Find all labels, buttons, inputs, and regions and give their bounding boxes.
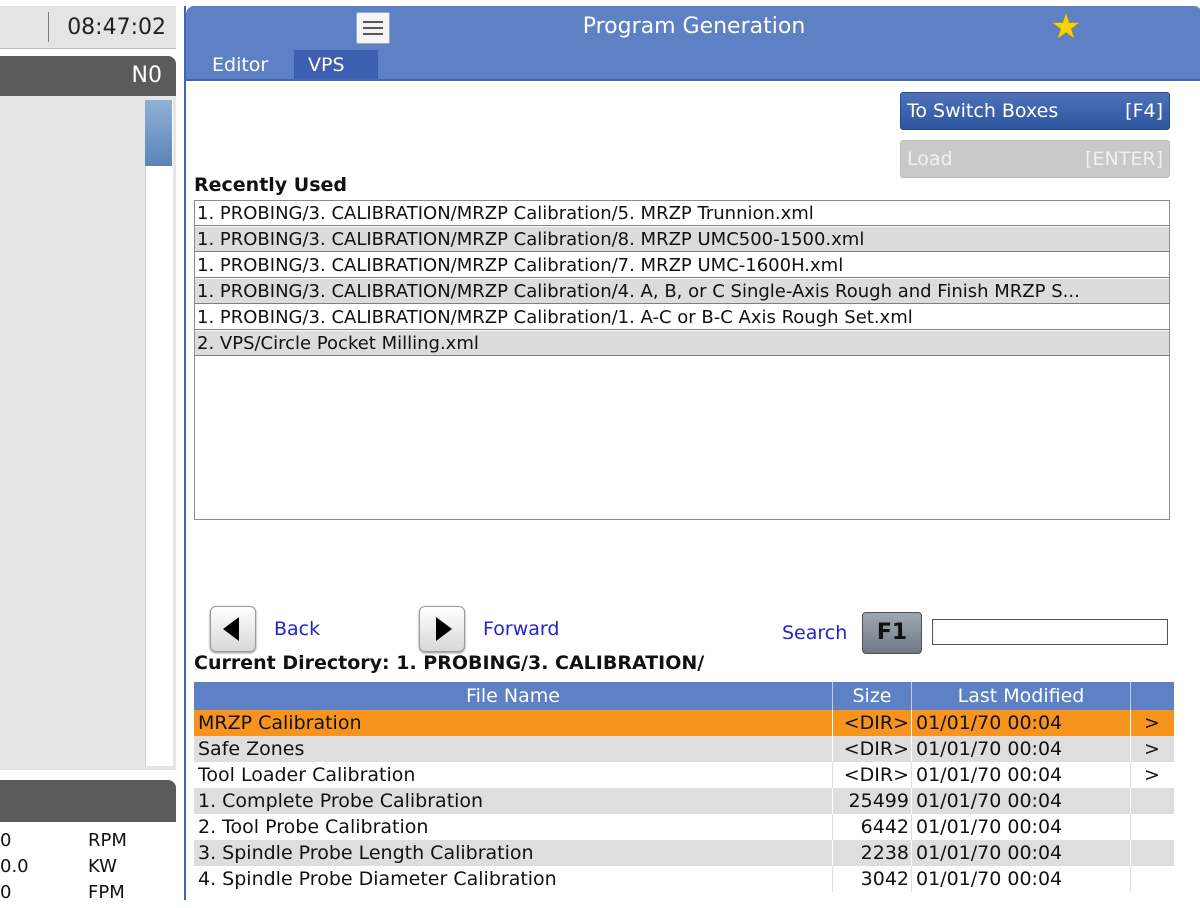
tab-vps[interactable]: VPS [294, 50, 378, 80]
stat-row-fpm: 0 FPM [0, 882, 176, 908]
table-row[interactable]: Tool Loader Calibration <DIR> 01/01/70 0… [194, 762, 1174, 788]
spindle-stats-header [0, 780, 176, 822]
left-scrollbar-thumb[interactable] [145, 100, 172, 166]
tab-bar: Editor VPS [186, 48, 1200, 80]
file-size: <DIR> [843, 712, 909, 734]
switch-boxes-label: To Switch Boxes [907, 100, 1059, 122]
file-name: Tool Loader Calibration [198, 764, 416, 786]
file-name: 4. Spindle Probe Diameter Calibration [198, 868, 557, 890]
file-size: 25499 [848, 790, 909, 812]
file-modified: 01/01/70 00:04 [916, 868, 1063, 890]
clock-readout: 08:47:02 [67, 15, 166, 40]
stat-unit: RPM [88, 830, 127, 851]
file-name: 1. Complete Probe Calibration [198, 790, 484, 812]
current-directory: Current Directory: 1. PROBING/3. CALIBRA… [194, 652, 705, 674]
recent-item[interactable]: 1. PROBING/3. CALIBRATION/MRZP Calibrati… [195, 253, 1169, 278]
switch-boxes-key: [F4] [1125, 100, 1163, 122]
left-triangle-icon [223, 617, 239, 641]
forward-button[interactable] [419, 606, 465, 652]
file-table-header: File Name Size Last Modified [194, 682, 1174, 710]
file-size: 3042 [860, 868, 909, 890]
recent-item[interactable]: 1. PROBING/3. CALIBRATION/MRZP Calibrati… [195, 201, 1169, 226]
column-arrow [1131, 682, 1173, 710]
table-row[interactable]: 3. Spindle Probe Length Calibration 2238… [194, 840, 1174, 866]
recent-item[interactable]: 1. PROBING/3. CALIBRATION/MRZP Calibrati… [195, 305, 1169, 330]
recently-used-list[interactable]: 1. PROBING/3. CALIBRATION/MRZP Calibrati… [194, 200, 1170, 520]
file-modified: 01/01/70 00:04 [916, 816, 1063, 838]
column-last-modified[interactable]: Last Modified [912, 682, 1131, 710]
load-button[interactable]: Load [ENTER] [900, 140, 1170, 178]
table-row[interactable]: Safe Zones <DIR> 01/01/70 00:04 > [194, 736, 1174, 762]
chevron-right-icon[interactable]: > [1131, 710, 1173, 736]
file-modified: 01/01/70 00:04 [916, 842, 1063, 864]
clock-box: 08:47:02 [0, 6, 176, 49]
file-modified: 01/01/70 00:04 [916, 790, 1063, 812]
chevron-right-icon[interactable]: > [1131, 762, 1173, 788]
table-row[interactable]: 2. Tool Probe Calibration 6442 01/01/70 … [194, 814, 1174, 840]
load-label: Load [907, 148, 953, 170]
tab-editor[interactable]: Editor [196, 50, 284, 80]
stat-value: 0.0 [0, 856, 29, 877]
file-modified: 01/01/70 00:04 [916, 738, 1063, 760]
search-label: Search [782, 622, 848, 644]
column-file-name[interactable]: File Name [194, 682, 833, 710]
file-name: 3. Spindle Probe Length Calibration [198, 842, 534, 864]
recent-item[interactable]: 2. VPS/Circle Pocket Milling.xml [195, 331, 1169, 356]
file-name: 2. Tool Probe Calibration [198, 816, 429, 838]
recent-item[interactable]: 1. PROBING/3. CALIBRATION/MRZP Calibrati… [195, 227, 1169, 252]
tab-divider [186, 79, 1200, 81]
switch-boxes-button[interactable]: To Switch Boxes [F4] [900, 92, 1170, 130]
search-input[interactable] [932, 619, 1168, 645]
back-label[interactable]: Back [274, 618, 320, 640]
file-modified: 01/01/70 00:04 [916, 764, 1063, 786]
file-name: Safe Zones [198, 738, 305, 760]
stat-value: 0 [0, 830, 12, 851]
line-number-label: N0 [131, 63, 162, 88]
file-size: <DIR> [843, 764, 909, 786]
stat-row-kw: 0.0 KW [0, 856, 176, 882]
recently-used-title: Recently Used [194, 174, 348, 196]
search-key-button[interactable]: F1 [862, 612, 922, 654]
file-name: MRZP Calibration [198, 712, 362, 734]
table-row[interactable]: MRZP Calibration <DIR> 01/01/70 00:04 > [194, 710, 1174, 736]
right-triangle-icon [436, 617, 452, 641]
line-number-header: N0 [0, 56, 176, 96]
column-size[interactable]: Size [833, 682, 912, 710]
file-size: 6442 [860, 816, 909, 838]
file-modified: 01/01/70 00:04 [916, 712, 1063, 734]
recent-item[interactable]: 1. PROBING/3. CALIBRATION/MRZP Calibrati… [195, 279, 1169, 304]
title-bar: Program Generation ★ [186, 6, 1200, 48]
back-button[interactable] [210, 606, 256, 652]
file-size: 2238 [860, 842, 909, 864]
load-key: [ENTER] [1085, 148, 1163, 170]
left-status-panel: 08:47:02 N0 0 RPM 0.0 KW 0 FPM [0, 0, 176, 903]
star-icon[interactable]: ★ [1048, 9, 1084, 45]
forward-label[interactable]: Forward [483, 618, 559, 640]
chevron-right-icon[interactable]: > [1131, 736, 1173, 762]
file-table: File Name Size Last Modified MRZP Calibr… [194, 682, 1174, 900]
table-row[interactable]: 1. Complete Probe Calibration 25499 01/0… [194, 788, 1174, 814]
left-scrollbar-track[interactable] [145, 100, 173, 766]
clock-divider [48, 12, 49, 42]
file-size: <DIR> [843, 738, 909, 760]
program-generation-window: Program Generation ★ Editor VPS To Switc… [184, 6, 1200, 900]
table-row[interactable]: 4. Spindle Probe Diameter Calibration 30… [194, 866, 1174, 892]
stat-unit: KW [88, 856, 117, 877]
stat-row-rpm: 0 RPM [0, 830, 176, 856]
